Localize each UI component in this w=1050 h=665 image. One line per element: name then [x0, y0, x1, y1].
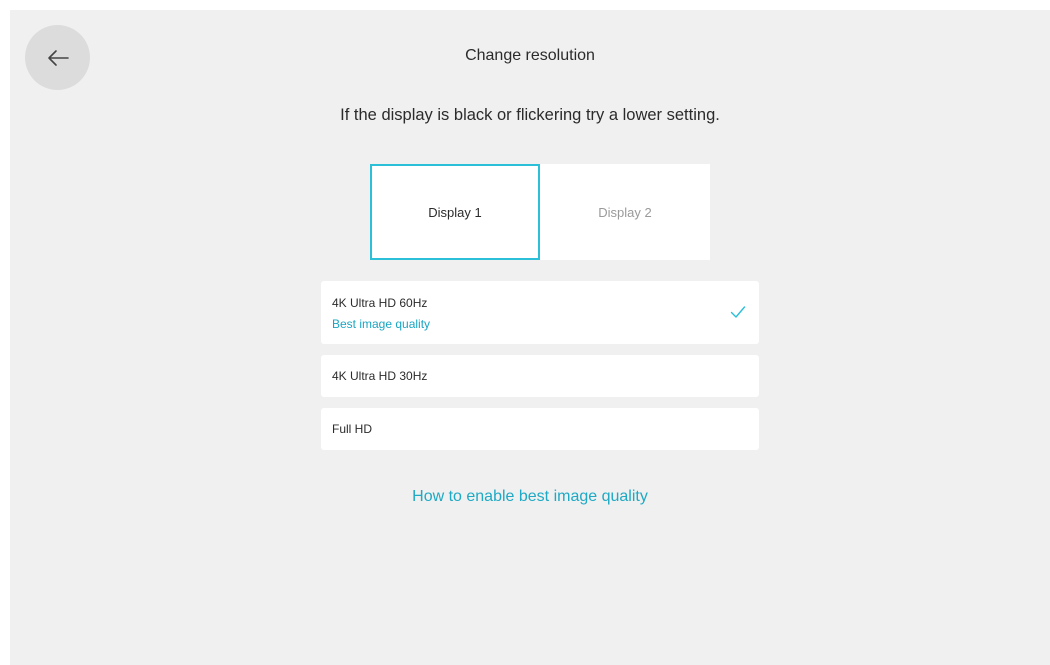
checkmark-icon [730, 305, 746, 319]
option-label: 4K Ultra HD 60Hz [332, 296, 428, 310]
tab-display-1[interactable]: Display 1 [370, 164, 540, 260]
help-link[interactable]: How to enable best image quality [10, 488, 1050, 506]
option-label: 4K Ultra HD 30Hz [332, 369, 428, 383]
display-tabs: Display 1 Display 2 [370, 164, 710, 260]
page-title: Change resolution [465, 47, 595, 64]
option-4k-30hz[interactable]: 4K Ultra HD 30Hz [321, 355, 759, 397]
option-sublabel: Best image quality [332, 317, 431, 331]
resolution-options-list: 4K Ultra HD 60Hz Best image quality 4K U… [321, 281, 759, 461]
settings-screen: Change resolution If the display is blac… [10, 10, 1050, 665]
option-label: Full HD [332, 422, 373, 436]
option-4k-60hz[interactable]: 4K Ultra HD 60Hz Best image quality [321, 281, 759, 344]
instruction-text: If the display is black or flickering tr… [340, 106, 720, 124]
tab-display-2[interactable]: Display 2 [540, 164, 710, 260]
option-full-hd[interactable]: Full HD [321, 408, 759, 450]
